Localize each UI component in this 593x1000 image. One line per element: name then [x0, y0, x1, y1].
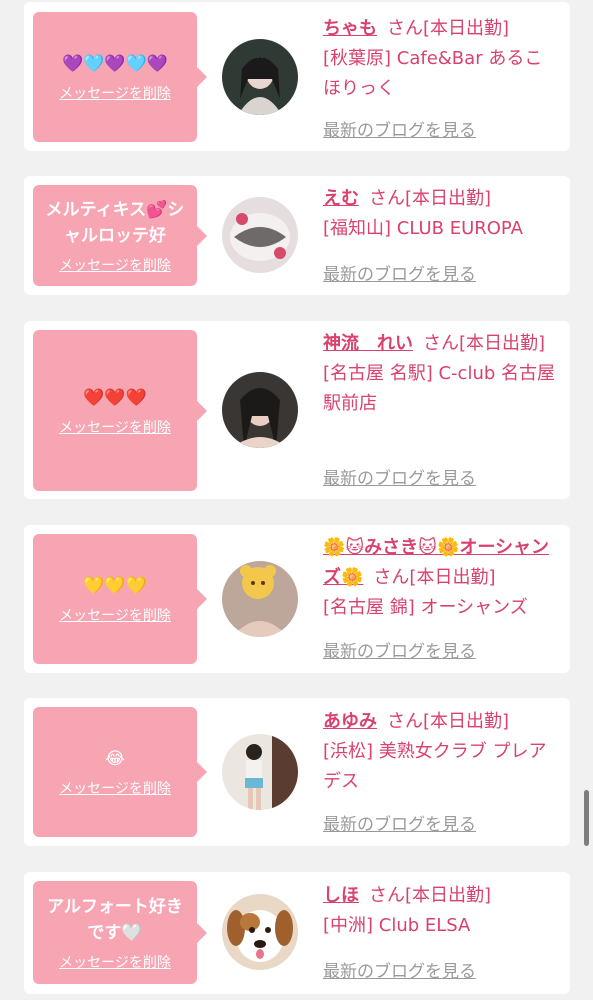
attendance-label: さん[本日出勤] — [387, 18, 510, 39]
girl-info: えむ さん[本日出勤] [福知山] CLUB EUROPA — [323, 184, 559, 244]
delete-message-link[interactable]: メッセージを削除 — [59, 952, 171, 972]
shop-info: [中洲] Club ELSA — [323, 915, 471, 936]
message-card: 💛💛💛 メッセージを削除 🌼🐱みさき🐱🌼オーシャンズ🌼 さん[本日出勤] [名古屋… — [24, 525, 570, 673]
message-card: メルティキス💕シャルロッテ好 メッセージを削除 えむ さん[本日出勤] [福知山]… — [24, 176, 570, 295]
latest-blog-link[interactable]: 最新のブログを見る — [323, 464, 476, 489]
message-card: アルフォート好きです🤍 メッセージを削除 しほ さん[本日出勤] [中洲] Clu… — [24, 872, 570, 994]
latest-blog-link[interactable]: 最新のブログを見る — [323, 637, 476, 662]
message-card: 😂 メッセージを削除 あゆみ さん[本日出勤] [浜松] 美熟女クラブ プレアデス… — [24, 698, 570, 846]
shop-info: [浜松] 美熟女クラブ プレアデス — [323, 741, 547, 792]
message-card: ❤️❤️❤️ メッセージを削除 神流 れい さん[本日出勤] [名古屋 名駅] C… — [24, 321, 570, 499]
message-bubble: 😂 メッセージを削除 — [33, 707, 207, 837]
girl-info: 神流 れい さん[本日出勤] [名古屋 名駅] C-club 名古屋駅前店 — [323, 329, 559, 419]
shop-info: [福知山] CLUB EUROPA — [323, 218, 523, 239]
delete-message-link[interactable]: メッセージを削除 — [59, 778, 171, 798]
message-text: ❤️❤️❤️ — [83, 387, 147, 408]
delete-message-link[interactable]: メッセージを削除 — [59, 417, 171, 437]
avatar[interactable] — [222, 734, 298, 810]
message-card: 💜🩵💜🩵💜 メッセージを削除 ちゃも さん[本日出勤] [秋葉原] Cafe&Ba… — [24, 2, 570, 151]
shop-info: [秋葉原] Cafe&Bar あるこほりっく — [323, 48, 543, 99]
message-bubble: 💛💛💛 メッセージを削除 — [33, 534, 207, 664]
delete-message-link[interactable]: メッセージを削除 — [59, 605, 171, 625]
girl-name-link[interactable]: ちゃも — [323, 18, 377, 39]
delete-message-link[interactable]: メッセージを削除 — [59, 83, 171, 103]
shop-info: [名古屋 名駅] C-club 名古屋駅前店 — [323, 363, 556, 414]
girl-name-link[interactable]: しほ — [323, 885, 359, 906]
avatar[interactable] — [222, 894, 298, 970]
shop-info: [名古屋 錦] オーシャンズ — [323, 597, 528, 618]
girl-name-link[interactable]: えむ — [323, 188, 359, 209]
scrollbar[interactable] — [584, 790, 589, 846]
delete-message-link[interactable]: メッセージを削除 — [59, 255, 171, 275]
latest-blog-link[interactable]: 最新のブログを見る — [323, 260, 476, 285]
attendance-label: さん[本日出勤] — [387, 711, 510, 732]
girl-name-link[interactable]: 神流 れい — [323, 333, 413, 354]
message-text: 💛💛💛 — [83, 576, 147, 596]
message-text: 😂 — [105, 749, 125, 769]
avatar[interactable] — [222, 197, 298, 273]
avatar[interactable] — [222, 561, 298, 637]
avatar[interactable] — [222, 39, 298, 115]
avatar[interactable] — [222, 372, 298, 448]
girl-info: あゆみ さん[本日出勤] [浜松] 美熟女クラブ プレアデス — [323, 707, 559, 797]
message-bubble: アルフォート好きです🤍 メッセージを削除 — [33, 881, 207, 984]
latest-blog-link[interactable]: 最新のブログを見る — [323, 810, 476, 835]
latest-blog-link[interactable]: 最新のブログを見る — [323, 957, 476, 982]
attendance-label: さん[本日出勤] — [369, 188, 492, 209]
girl-info: ちゃも さん[本日出勤] [秋葉原] Cafe&Bar あるこほりっく — [323, 14, 559, 104]
message-bubble: 💜🩵💜🩵💜 メッセージを削除 — [33, 12, 207, 142]
girl-info: しほ さん[本日出勤] [中洲] Club ELSA — [323, 881, 559, 941]
attendance-label: さん[本日出勤] — [369, 885, 492, 906]
girl-name-link[interactable]: あゆみ — [323, 711, 377, 732]
attendance-label: さん[本日出勤] — [373, 567, 496, 588]
latest-blog-link[interactable]: 最新のブログを見る — [323, 116, 476, 141]
girl-info: 🌼🐱みさき🐱🌼オーシャンズ🌼 さん[本日出勤] [名古屋 錦] オーシャンズ — [323, 533, 559, 623]
message-bubble: メルティキス💕シャルロッテ好 メッセージを削除 — [33, 185, 207, 286]
message-text: アルフォート好きです🤍 — [47, 896, 183, 943]
message-text: メルティキス💕シャルロッテ好 — [45, 199, 185, 246]
message-text: 💜🩵💜🩵💜 — [62, 54, 168, 74]
message-bubble: ❤️❤️❤️ メッセージを削除 — [33, 330, 207, 491]
attendance-label: さん[本日出勤] — [423, 333, 546, 354]
